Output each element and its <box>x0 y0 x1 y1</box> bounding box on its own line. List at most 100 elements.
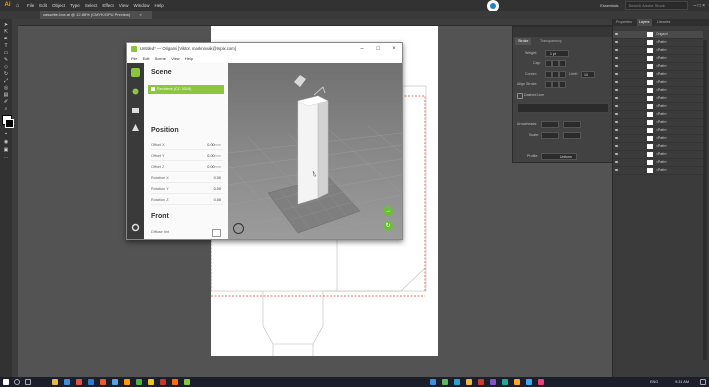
start-icon[interactable] <box>3 379 9 385</box>
menu-window[interactable]: Window <box>133 3 149 8</box>
tray-icon-7[interactable] <box>502 379 508 385</box>
layer-name[interactable]: Origami <box>656 31 668 38</box>
viewport-settings-icon[interactable] <box>233 223 244 234</box>
clock[interactable]: 9:31 AM <box>675 377 689 387</box>
offset-y-value[interactable]: 0.00 <box>207 154 214 158</box>
app-icon-6[interactable] <box>160 379 166 385</box>
layer-row[interactable]: <Path> <box>613 79 703 87</box>
tray-icon-8[interactable] <box>514 379 520 385</box>
notifications-icon[interactable] <box>700 379 706 385</box>
miter-join-button[interactable] <box>545 71 552 78</box>
layer-name[interactable]: <Path> <box>656 95 667 102</box>
material-icon[interactable] <box>131 87 140 96</box>
layer-name[interactable]: <Path> <box>656 47 667 54</box>
color-mode-icon[interactable]: ▪ <box>2 132 10 137</box>
eye-icon[interactable] <box>615 73 618 75</box>
scale-tool-icon[interactable]: ⤢ <box>2 79 10 84</box>
layer-name[interactable]: <Path> <box>656 71 667 78</box>
layer-row[interactable]: <Path> <box>613 135 703 143</box>
edge-icon[interactable] <box>64 379 70 385</box>
layer-name[interactable]: <Path> <box>656 159 667 166</box>
camera-icon[interactable] <box>131 105 140 114</box>
scene-icon[interactable] <box>131 68 140 77</box>
app-icon-2[interactable] <box>100 379 106 385</box>
eye-icon[interactable] <box>615 161 618 163</box>
pen-tool-icon[interactable]: ✒ <box>2 37 10 42</box>
rotation-y-row[interactable]: Rotation Y 0.00 <box>151 185 223 194</box>
menu-file[interactable]: File <box>27 3 34 8</box>
limit-input[interactable]: 10 <box>581 71 595 78</box>
eraser-tool-icon[interactable]: ◇ <box>2 65 10 70</box>
align-outside-button[interactable] <box>559 81 566 88</box>
offset-z-value[interactable]: 0.00 <box>207 165 214 169</box>
layer-row[interactable]: <Path> <box>613 151 703 159</box>
task-view-icon[interactable] <box>25 379 31 385</box>
eye-icon[interactable] <box>615 129 618 131</box>
close-button[interactable]: × <box>388 43 400 55</box>
layer-row[interactable]: <Path> <box>613 111 703 119</box>
projecting-cap-button[interactable] <box>559 60 566 67</box>
eye-icon[interactable] <box>615 145 618 147</box>
eye-icon[interactable] <box>615 41 618 43</box>
round-join-button[interactable] <box>552 71 559 78</box>
layer-row[interactable]: <Path> <box>613 39 703 47</box>
dashed-line-checkbox[interactable] <box>517 93 523 99</box>
explorer-icon[interactable] <box>52 379 58 385</box>
tray-icon-5[interactable] <box>478 379 484 385</box>
end-scale-input[interactable] <box>563 132 581 139</box>
selection-tool-icon[interactable]: ➤ <box>2 23 10 28</box>
diffuse-tint-row[interactable]: Diffuse tint <box>151 228 223 237</box>
layer-row-origami[interactable]: Origami <box>613 31 703 39</box>
app-icon-7[interactable] <box>172 379 178 385</box>
home-icon[interactable]: ⌂ <box>13 3 22 9</box>
menu-object[interactable]: Object <box>52 3 65 8</box>
align-center-button[interactable] <box>545 81 552 88</box>
tray-icon-10[interactable] <box>538 379 544 385</box>
scene-object-item[interactable]: Rechteck (CC 2019) <box>148 85 224 94</box>
rotation-x-value[interactable]: 0.00 <box>214 174 221 182</box>
layer-name[interactable]: <Path> <box>656 111 667 118</box>
layer-name[interactable]: <Path> <box>656 55 667 62</box>
window-controls[interactable]: – □ × <box>694 3 706 9</box>
eye-icon[interactable] <box>615 49 618 51</box>
eye-icon[interactable] <box>615 113 618 115</box>
tab-layers[interactable]: Layers <box>637 19 652 26</box>
layer-name[interactable]: <Path> <box>656 103 667 110</box>
eye-icon[interactable] <box>615 153 618 155</box>
menu-edit[interactable]: Edit <box>39 3 47 8</box>
paintbrush-tool-icon[interactable]: ✎ <box>2 58 10 63</box>
origami-menu-edit[interactable]: Edit <box>143 56 150 61</box>
origami-menu-view[interactable]: View <box>171 56 180 61</box>
origami-menu-scene[interactable]: Scene <box>155 56 166 61</box>
rotate-tool-icon[interactable]: ↻ <box>2 72 10 77</box>
maximize-button[interactable]: □ <box>372 43 384 55</box>
layer-name[interactable]: <Path> <box>656 79 667 86</box>
layer-name[interactable]: <Path> <box>656 167 667 174</box>
stroke-color-swatch[interactable] <box>5 119 14 128</box>
search-icon[interactable] <box>14 379 20 385</box>
origami-window[interactable]: Untitled* — Origami [Viktor, marknovak@m… <box>126 42 403 240</box>
layer-row[interactable]: <Path> <box>613 47 703 55</box>
edit-toolbar-icon[interactable]: ⋯ <box>2 156 10 161</box>
light-icon[interactable] <box>131 123 140 132</box>
menu-effect[interactable]: Effect <box>102 3 113 8</box>
eye-icon[interactable] <box>615 97 618 99</box>
origami-titlebar[interactable]: Untitled* — Origami [Viktor, marknovak@m… <box>127 43 402 55</box>
tray-icon-1[interactable] <box>430 379 436 385</box>
draw-mode-icon[interactable]: ◉ <box>2 140 10 145</box>
eye-icon[interactable] <box>615 33 618 35</box>
eyedropper-tool-icon[interactable]: ✐ <box>2 100 10 105</box>
eye-icon[interactable] <box>615 65 618 67</box>
tray-icon-9[interactable] <box>526 379 532 385</box>
layer-row[interactable]: <Path> <box>613 103 703 111</box>
eye-icon[interactable] <box>615 169 618 171</box>
layers-scrollbar[interactable] <box>703 40 707 360</box>
layer-row[interactable]: <Path> <box>613 119 703 127</box>
shape-builder-tool-icon[interactable]: ◎ <box>2 86 10 91</box>
type-tool-icon[interactable]: T <box>2 44 10 49</box>
weight-input[interactable]: 1 pt <box>545 50 569 57</box>
profile-select[interactable]: Uniform <box>541 153 577 160</box>
eye-icon[interactable] <box>615 137 618 139</box>
layer-name[interactable]: <Path> <box>656 151 667 158</box>
zoom-tool-icon[interactable]: ⌕ <box>2 107 10 112</box>
